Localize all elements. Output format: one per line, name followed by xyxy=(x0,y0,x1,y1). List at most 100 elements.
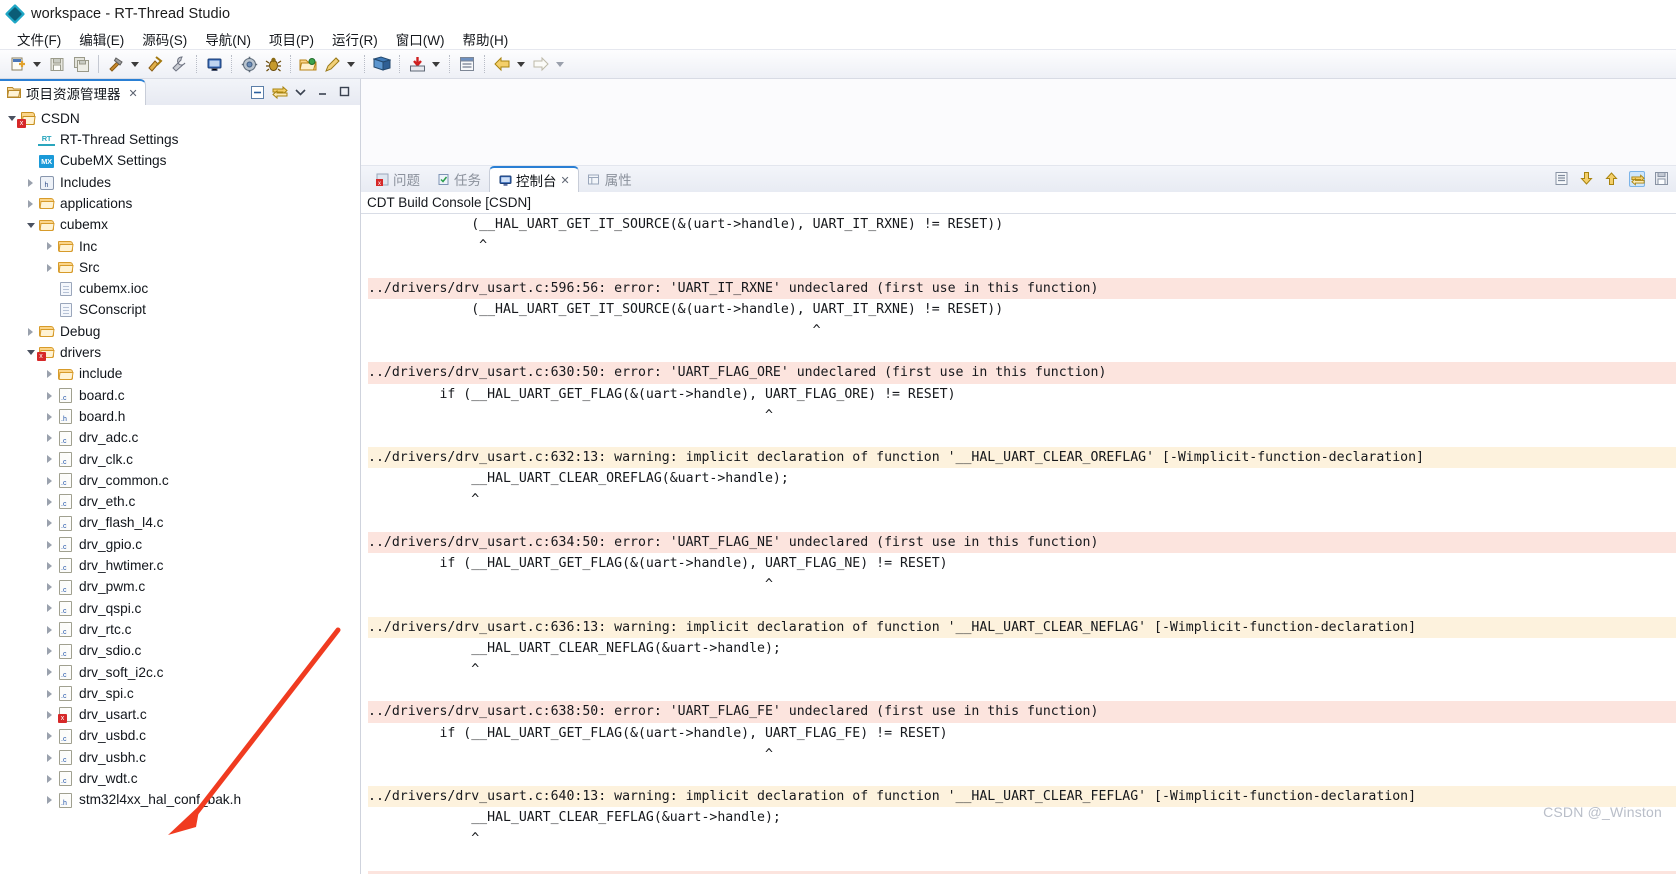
tree-item[interactable]: x drivers xyxy=(0,342,360,363)
settings-gear-icon[interactable] xyxy=(238,53,260,75)
tree-item[interactable]: cubemx xyxy=(0,214,360,235)
chevron-right-icon[interactable] xyxy=(42,412,57,421)
forward-dropdown-icon[interactable] xyxy=(553,53,566,75)
tree-item[interactable]: .c drv_usbd.c xyxy=(0,726,360,747)
close-icon[interactable]: ✕ xyxy=(129,87,138,100)
chevron-right-icon[interactable] xyxy=(42,497,57,506)
menu-item-edit[interactable]: 编辑(E) xyxy=(70,29,133,49)
tree-item[interactable]: .c drv_spi.c xyxy=(0,683,360,704)
project-tree[interactable]: x CSDN RT RT-Thread Settings MX CubeMX Settin… xyxy=(0,105,360,874)
chevron-right-icon[interactable] xyxy=(42,689,57,698)
tree-item[interactable]: .c drv_flash_l4.c xyxy=(0,513,360,534)
save-all-icon[interactable] xyxy=(70,53,92,75)
tree-item[interactable]: .c drv_pwm.c xyxy=(0,577,360,598)
tree-item[interactable]: .c drv_usbh.c xyxy=(0,747,360,768)
console-warning-line[interactable]: ../drivers/drv_usart.c:632:13: warning: … xyxy=(368,447,1676,469)
terminal-icon[interactable] xyxy=(456,53,478,75)
tree-item[interactable]: MX CubeMX Settings xyxy=(0,151,360,172)
chevron-down-icon[interactable] xyxy=(23,222,38,228)
chevron-down-icon[interactable] xyxy=(23,350,38,356)
pencil-icon[interactable] xyxy=(321,53,343,75)
maximize-icon[interactable] xyxy=(338,85,353,100)
tree-item[interactable]: .h stm32l4xx_hal_conf_bak.h xyxy=(0,790,360,811)
tab-properties[interactable]: 属性 xyxy=(579,166,640,192)
tree-item[interactable]: .c board.c xyxy=(0,385,360,406)
open-package-icon[interactable] xyxy=(297,53,319,75)
chevron-right-icon[interactable] xyxy=(42,753,57,762)
console-warning-line[interactable]: ../drivers/drv_usart.c:640:13: warning: … xyxy=(368,786,1676,808)
save-console-icon[interactable] xyxy=(1654,171,1670,187)
menu-item-run[interactable]: 运行(R) xyxy=(323,29,387,49)
chevron-right-icon[interactable] xyxy=(42,796,57,805)
back-dropdown-icon[interactable] xyxy=(514,53,527,75)
chevron-right-icon[interactable] xyxy=(42,668,57,677)
console-error-line[interactable]: ../drivers/drv_usart.c:634:50: error: 'U… xyxy=(368,531,1676,553)
chevron-right-icon[interactable] xyxy=(42,391,57,400)
chevron-right-icon[interactable] xyxy=(42,540,57,549)
tree-item[interactable]: RT RT-Thread Settings xyxy=(0,129,360,150)
chevron-right-icon[interactable] xyxy=(23,199,38,208)
pin-console-icon[interactable] xyxy=(1629,171,1645,187)
tree-item[interactable]: x CSDN xyxy=(0,108,360,129)
tree-item[interactable]: .h board.h xyxy=(0,406,360,427)
menu-item-help[interactable]: 帮助(H) xyxy=(453,29,517,49)
tree-item[interactable]: .c drv_adc.c xyxy=(0,427,360,448)
chevron-right-icon[interactable] xyxy=(42,710,57,719)
console-error-line[interactable]: ../drivers/drv_usart.c:630:50: error: 'U… xyxy=(368,362,1676,384)
download-dropdown-icon[interactable] xyxy=(429,53,442,75)
console-error-line[interactable]: ../drivers/drv_usart.c:596:56: error: 'U… xyxy=(368,277,1676,299)
chevron-right-icon[interactable] xyxy=(42,774,57,783)
tree-item[interactable]: .c drv_qspi.c xyxy=(0,598,360,619)
tree-item[interactable]: .c drv_eth.c xyxy=(0,491,360,512)
menu-item-project[interactable]: 项目(P) xyxy=(260,29,323,49)
clear-console-icon[interactable] xyxy=(1554,171,1570,187)
tree-item[interactable]: include xyxy=(0,364,360,385)
menu-item-window[interactable]: 窗口(W) xyxy=(387,29,454,49)
tree-item[interactable]: .c drv_common.c xyxy=(0,470,360,491)
tree-item[interactable]: .c drv_sdio.c xyxy=(0,640,360,661)
chevron-right-icon[interactable] xyxy=(42,476,57,485)
scroll-down-icon[interactable] xyxy=(1579,171,1595,187)
minimize-icon[interactable] xyxy=(316,85,331,100)
chevron-right-icon[interactable] xyxy=(42,732,57,741)
forward-arrow-icon[interactable] xyxy=(530,53,552,75)
save-icon[interactable] xyxy=(46,53,68,75)
menu-item-file[interactable]: 文件(F) xyxy=(8,29,70,49)
tree-item[interactable]: Src xyxy=(0,257,360,278)
build-hammer-icon[interactable] xyxy=(105,53,127,75)
new-file-dropdown-icon[interactable] xyxy=(30,53,43,75)
chevron-right-icon[interactable] xyxy=(23,178,38,187)
chevron-right-icon[interactable] xyxy=(42,647,57,656)
collapse-all-icon[interactable] xyxy=(250,85,265,100)
scroll-up-icon[interactable] xyxy=(1604,171,1620,187)
tree-item[interactable]: Inc xyxy=(0,236,360,257)
close-icon[interactable]: ✕ xyxy=(561,174,570,187)
menu-item-navigate[interactable]: 导航(N) xyxy=(196,29,260,49)
tree-item[interactable]: .cx drv_usart.c xyxy=(0,704,360,725)
chevron-right-icon[interactable] xyxy=(42,242,57,251)
console-icon[interactable] xyxy=(203,53,225,75)
debug-bug-icon[interactable] xyxy=(262,53,284,75)
tab-problems[interactable]: x 问题 xyxy=(367,166,428,192)
link-with-editor-icon[interactable] xyxy=(272,85,288,100)
tree-item[interactable]: SConscript xyxy=(0,300,360,321)
tree-item[interactable]: .c drv_rtc.c xyxy=(0,619,360,640)
tree-item[interactable]: .c drv_hwtimer.c xyxy=(0,555,360,576)
tab-console[interactable]: 控制台 ✕ xyxy=(489,166,579,192)
console-error-line[interactable]: ../drivers/drv_usart.c:638:50: error: 'U… xyxy=(368,701,1676,723)
console-warning-line[interactable]: ../drivers/drv_usart.c:636:13: warning: … xyxy=(368,616,1676,638)
back-arrow-icon[interactable] xyxy=(491,53,513,75)
chevron-right-icon[interactable] xyxy=(42,263,57,272)
download-icon[interactable] xyxy=(406,53,428,75)
build-dropdown-icon[interactable] xyxy=(128,53,141,75)
tree-item[interactable]: h Includes xyxy=(0,172,360,193)
tree-item[interactable]: .c drv_clk.c xyxy=(0,449,360,470)
tree-item[interactable]: applications xyxy=(0,193,360,214)
wrench-icon[interactable] xyxy=(168,53,190,75)
pencil-dropdown-icon[interactable] xyxy=(344,53,357,75)
view-menu-icon[interactable] xyxy=(294,85,309,100)
chevron-right-icon[interactable] xyxy=(42,455,57,464)
tab-tasks[interactable]: 任务 xyxy=(428,166,489,192)
tree-item[interactable]: .c drv_soft_i2c.c xyxy=(0,662,360,683)
chevron-right-icon[interactable] xyxy=(42,370,57,379)
